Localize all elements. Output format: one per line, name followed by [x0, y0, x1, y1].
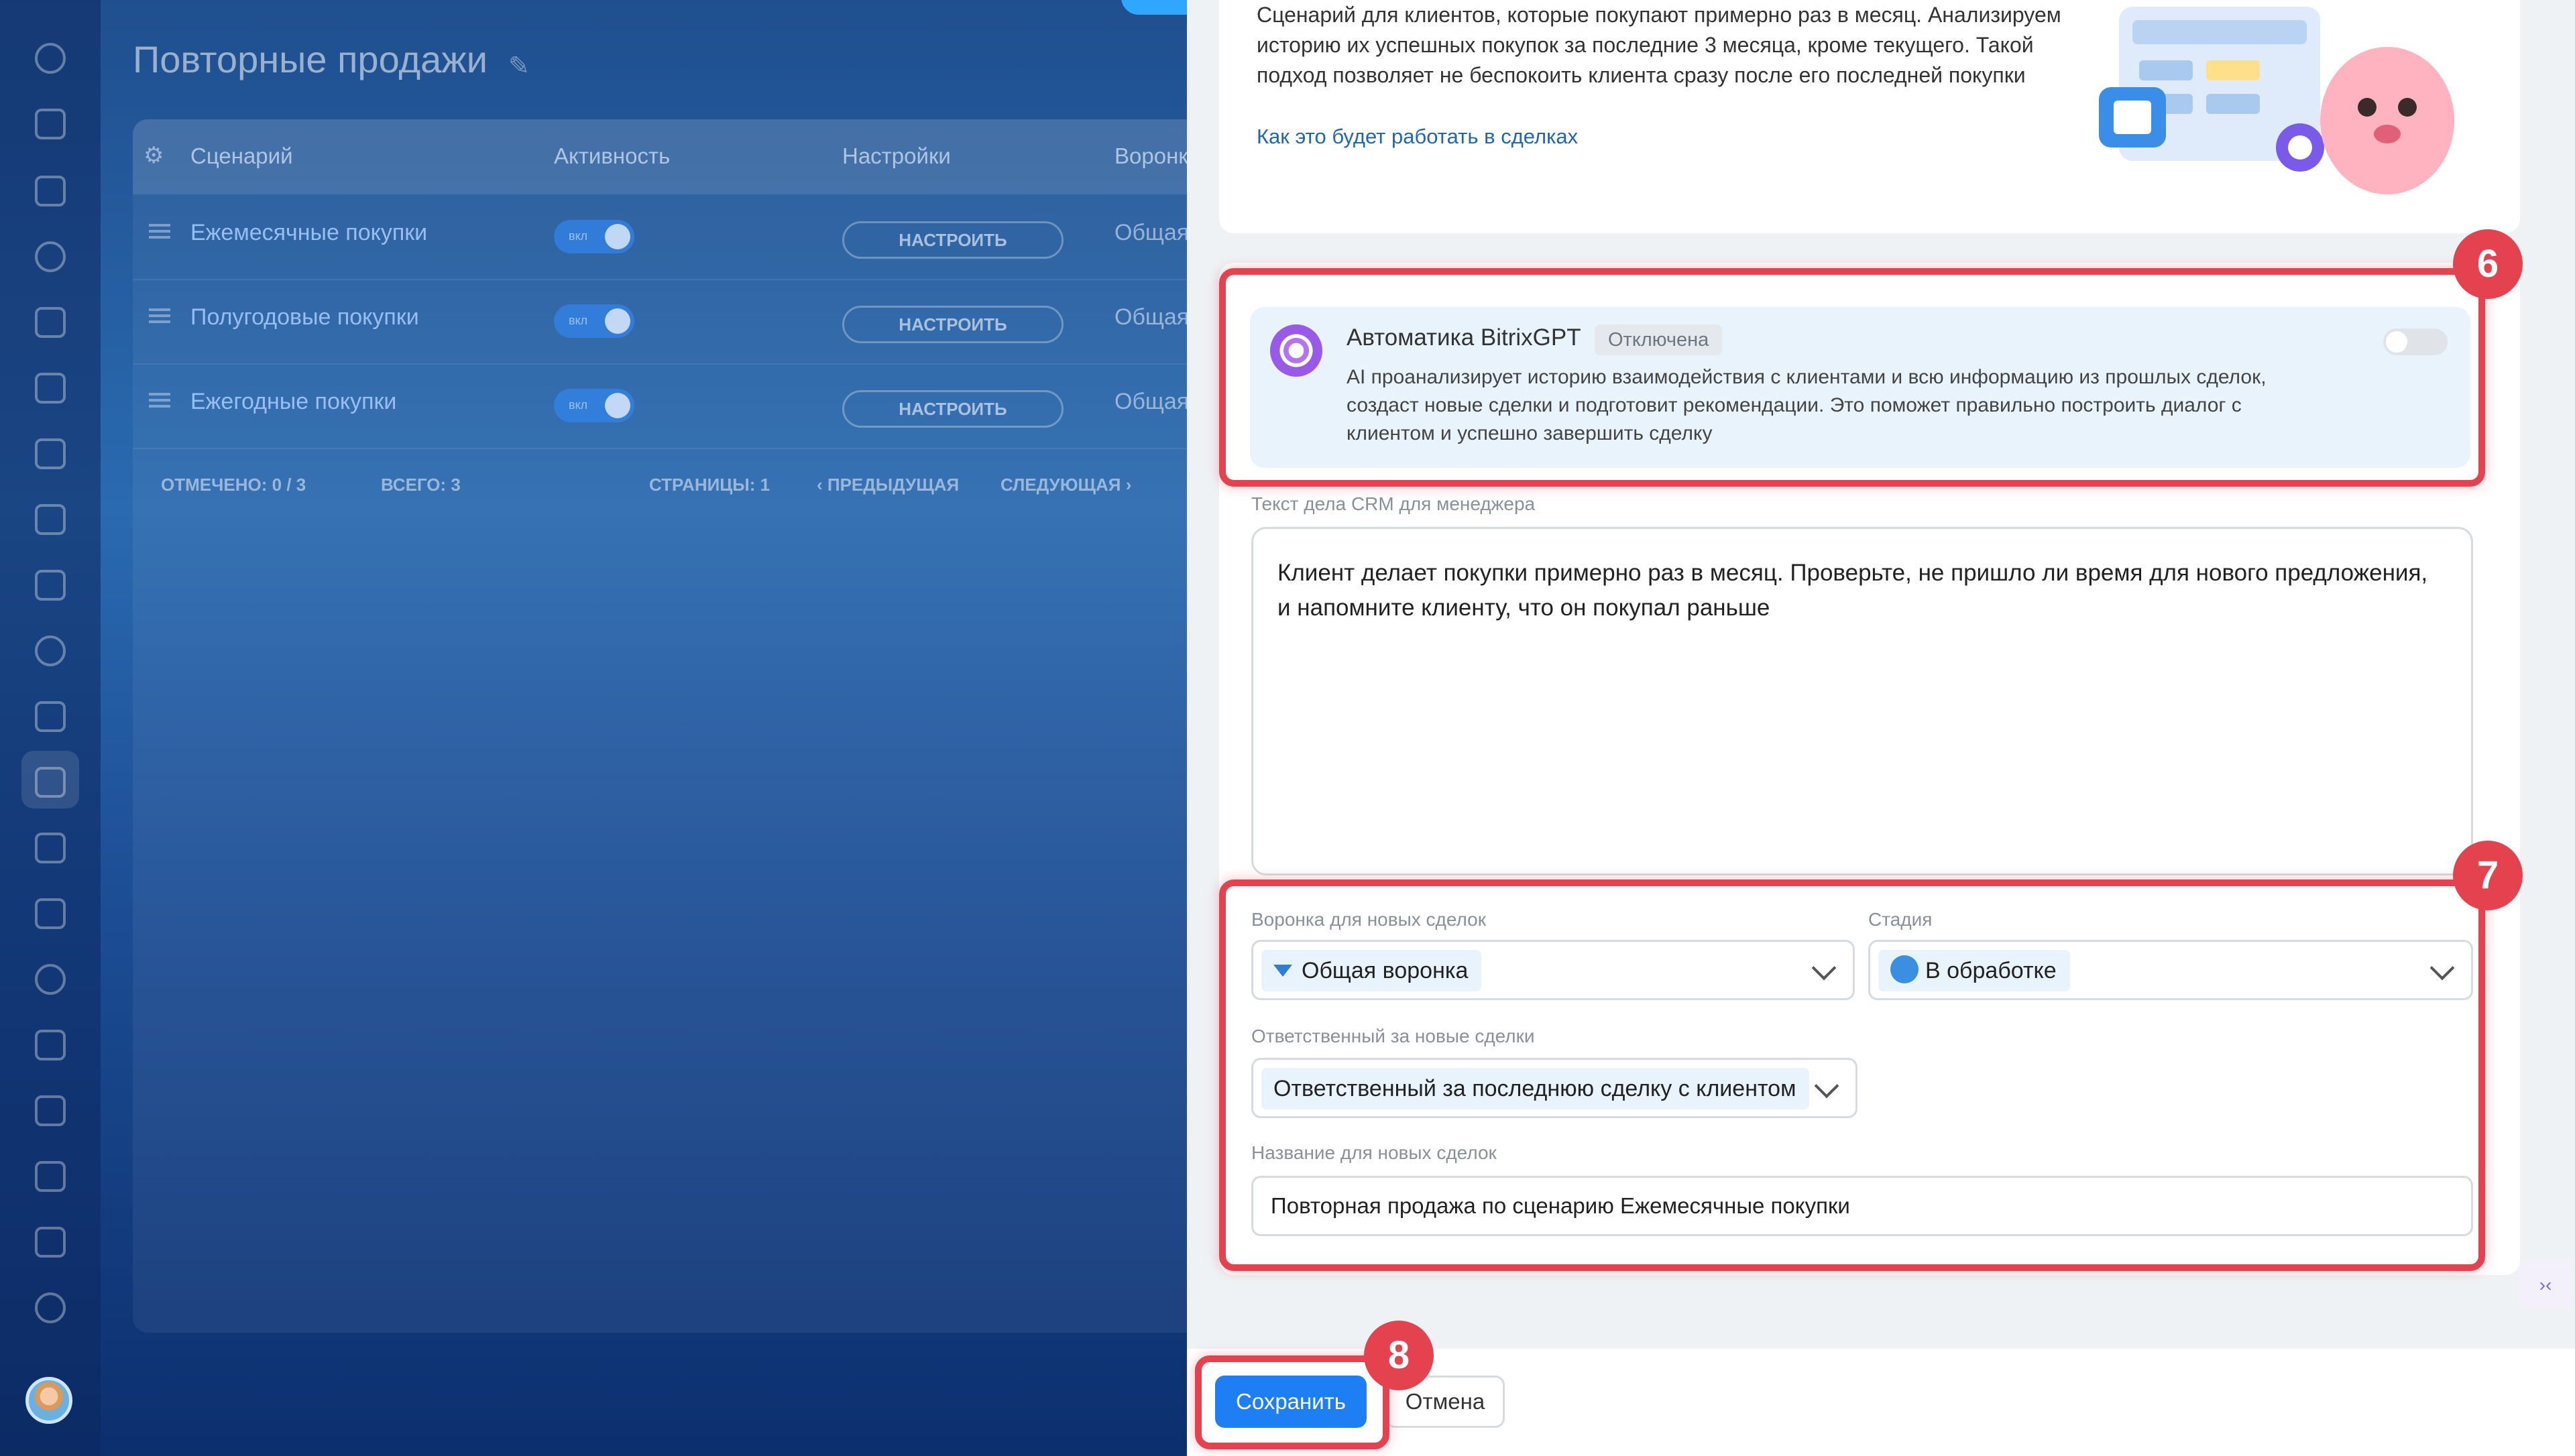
configure-button[interactable]: НАСТРОИТЬ — [842, 221, 1064, 259]
sidebar-mail-icon[interactable] — [35, 570, 66, 601]
activity-toggle[interactable]: вкл — [554, 389, 634, 422]
page-title: Повторные продажи — [133, 38, 488, 80]
sidebar-chat-icon[interactable] — [35, 109, 66, 139]
configure-button[interactable]: НАСТРОИТЬ — [842, 306, 1064, 343]
sidebar-calendar-icon[interactable] — [35, 307, 66, 338]
pin-icon[interactable]: ✎ — [508, 51, 530, 81]
column-header: Воронк — [1114, 143, 1188, 168]
step-marker-7: 7 — [2453, 841, 2523, 910]
sidebar-rocket-icon[interactable] — [35, 43, 66, 74]
crm-text-label: Текст дела CRM для менеджера — [1251, 493, 1536, 514]
sidebar-tasks-icon[interactable] — [35, 701, 66, 732]
toggle-label: вкл — [569, 229, 588, 243]
sidebar-drive-icon[interactable] — [35, 504, 66, 535]
sidebar-feed-icon[interactable] — [35, 176, 66, 206]
prev-page-link[interactable]: ‹ ПРЕДЫДУЩАЯ — [817, 475, 959, 495]
how-it-works-link[interactable]: Как это будет работать в сделках — [1257, 125, 1578, 149]
sidebar-analytics-icon[interactable] — [35, 1227, 66, 1258]
highlight-frame-7 — [1219, 879, 2485, 1271]
sidebar-sign-icon[interactable] — [35, 1095, 66, 1126]
next-page-link[interactable]: СЛЕДУЮЩАЯ › — [1000, 475, 1131, 495]
configure-button[interactable]: НАСТРОИТЬ — [842, 390, 1064, 428]
drag-handle-icon[interactable] — [149, 393, 170, 408]
highlight-frame-6 — [1219, 268, 2485, 487]
column-header: Активность — [554, 143, 671, 168]
sidebar-booking-icon[interactable] — [35, 833, 66, 863]
drag-handle-icon[interactable] — [149, 308, 170, 323]
column-header: Сценарий — [190, 143, 293, 168]
funnel-cell: Общая — [1114, 389, 1190, 414]
scenario-description: Сценарий для клиентов, которые покупают … — [1257, 3, 2061, 87]
sidebar-cart-icon[interactable] — [35, 1030, 66, 1060]
step-marker-8: 8 — [1364, 1321, 1434, 1390]
sidebar-settings-icon[interactable] — [35, 1292, 66, 1323]
scenario-link[interactable]: Ежегодные покупки — [190, 389, 396, 415]
mascot-illustration-icon — [2099, 7, 2454, 194]
sidebar-groups-icon[interactable] — [35, 241, 66, 272]
left-sidebar — [0, 0, 101, 1456]
sidebar-target-icon[interactable] — [35, 964, 66, 995]
table-row: Ежегодные покупки вкл НАСТРОИТЬ Общая — [133, 363, 1206, 449]
total-count: ВСЕГО: 3 — [381, 475, 461, 495]
sidebar-pen-icon[interactable] — [35, 1161, 66, 1192]
sidebar-store-icon[interactable] — [35, 898, 66, 929]
pages-label: СТРАНИЦЫ: 1 — [649, 475, 770, 495]
toggle-label: вкл — [569, 398, 588, 412]
user-avatar[interactable] — [25, 1377, 72, 1424]
selected-count: ОТМЕЧЕНО: 0 / 3 — [161, 475, 306, 495]
drag-handle-icon[interactable] — [149, 224, 170, 239]
activity-toggle[interactable]: вкл — [554, 304, 634, 338]
sidebar-crm-icon[interactable] — [35, 767, 66, 798]
table-header: ⚙ Сценарий Активность Настройки Воронк — [133, 119, 1206, 194]
sidebar-board-icon[interactable] — [35, 438, 66, 469]
activity-toggle[interactable]: вкл — [554, 220, 634, 253]
scenario-link[interactable]: Ежемесячные покупки — [190, 220, 427, 246]
funnel-cell: Общая — [1114, 304, 1190, 330]
sidebar-contacts-icon[interactable] — [35, 635, 66, 666]
collapse-widget-icon[interactable]: ›‹ — [2519, 1262, 2572, 1309]
toggle-label: вкл — [569, 314, 588, 327]
table-row: Ежемесячные покупки вкл НАСТРОИТЬ Общая — [133, 194, 1206, 280]
table-row: Полугодовые покупки вкл НАСТРОИТЬ Общая — [133, 279, 1206, 365]
crm-text-textarea[interactable]: Клиент делает покупки примерно раз в мес… — [1251, 527, 2473, 875]
highlight-frame-8 — [1195, 1355, 1389, 1449]
scenarios-table: ⚙ Сценарий Активность Настройки Воронк Е… — [133, 119, 1206, 1333]
funnel-cell: Общая — [1114, 220, 1190, 245]
sidebar-docs-icon[interactable] — [35, 373, 66, 404]
scenario-link[interactable]: Полугодовые покупки — [190, 304, 419, 330]
column-header: Настройки — [842, 143, 951, 168]
gear-icon[interactable]: ⚙ — [144, 142, 164, 169]
step-marker-6: 6 — [2453, 229, 2523, 299]
